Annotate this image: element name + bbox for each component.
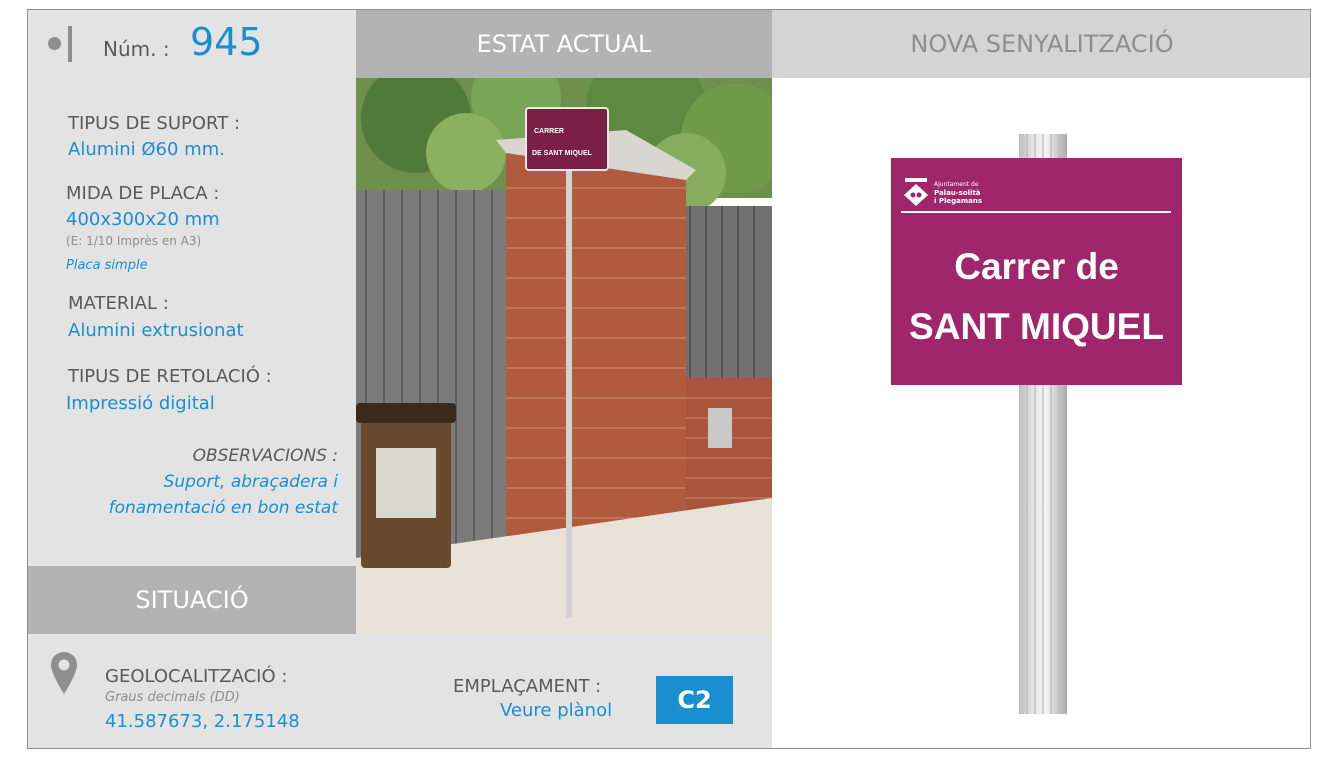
estat-actual-header: ESTAT ACTUAL (356, 10, 772, 78)
municipal-shield-icon (904, 178, 928, 206)
nova-senyalitzacio-header: NOVA SENYALITZACIÓ (772, 10, 1310, 78)
location-pin-icon (51, 652, 77, 694)
observacions-label: OBSERVACIONS : (192, 446, 338, 466)
municipal-logo-text: Ajuntament de Palau-solità i Plegamans (934, 181, 982, 205)
mida-placa-label: MIDA DE PLACA : (66, 183, 220, 204)
tipus-suport-value: Alumini Ø60 mm. (68, 139, 225, 160)
emplacament-label: EMPLAÇAMENT : (453, 676, 602, 697)
observacions-line2: fonamentació en bon estat (108, 498, 338, 518)
num-value: 945 (190, 20, 263, 64)
material-label: MATERIAL : (68, 293, 169, 314)
photo-sign-line1: CARRER (534, 128, 564, 135)
material-value: Alumini extrusionat (68, 320, 244, 341)
tipus-suport-label: TIPUS DE SUPORT : (68, 113, 241, 134)
mida-placa-value: 400x300x20 mm (66, 209, 220, 230)
retolacio-value: Impressió digital (66, 393, 215, 414)
retolacio-label: TIPUS DE RETOLACIÓ : (68, 366, 272, 387)
geolocalitzacio-value: 41.587673, 2.175148 (105, 711, 300, 732)
sign-divider (901, 211, 1171, 213)
emplacament-code-badge: C2 (656, 676, 733, 724)
observacions-line1: Suport, abraçadera i (163, 472, 338, 492)
mida-placa-type: Placa simple (66, 258, 148, 273)
geolocalitzacio-label: GEOLOCALITZACIÓ : (105, 666, 288, 687)
situacio-header: SITUACIÓ (28, 566, 356, 634)
new-sign-line1: Carrer de (954, 246, 1119, 287)
logo-line2: Palau-solità (934, 189, 981, 197)
num-label: Núm. : (103, 37, 170, 61)
street-scene-image: CARRER DE SANT MIQUEL (356, 78, 772, 634)
veure-planol-link[interactable]: Veure plànol (500, 700, 612, 721)
header-divider (68, 26, 72, 62)
fitxa-senyal: Núm. : 945 ESTAT ACTUAL NOVA SENYALITZAC… (27, 9, 1311, 749)
bullet-dot-icon (48, 37, 61, 50)
geolocalitzacio-format: Graus decimals (DD) (105, 690, 240, 705)
mida-placa-scale: (E: 1/10 Imprès en A3) (66, 234, 202, 248)
photo-sign-line2: DE SANT MIQUEL (532, 150, 593, 157)
new-sign-line2: SANT MIQUEL (909, 306, 1164, 347)
logo-line3: i Plegamans (934, 197, 983, 205)
estat-actual-photo: CARRER DE SANT MIQUEL (356, 78, 772, 634)
logo-line1: Ajuntament de (934, 181, 979, 188)
